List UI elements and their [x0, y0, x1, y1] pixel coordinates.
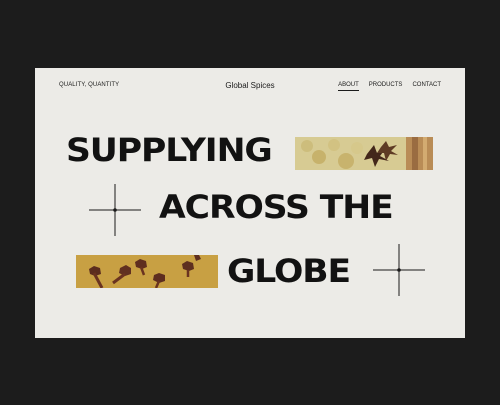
- spice-image-top-art: [295, 137, 433, 170]
- hero-line-2: ACROSS THE: [159, 188, 394, 226]
- nav-contact[interactable]: CONTACT: [412, 82, 441, 91]
- crosshair-right-icon: [373, 244, 425, 296]
- hero-line-1: SUPPLYING: [66, 131, 273, 169]
- spice-image-bottom-art: [76, 255, 218, 288]
- top-navigation: QUALITY, QUANTITY Global Spices ABOUT PR…: [35, 68, 465, 108]
- primary-nav: ABOUT PRODUCTS CONTACT: [338, 82, 441, 91]
- spice-image-top: [295, 137, 433, 170]
- nav-about[interactable]: ABOUT: [338, 82, 359, 91]
- spice-image-bottom: [76, 255, 218, 288]
- hero-line-3: GLOBE: [227, 252, 351, 290]
- crosshair-left-icon: [89, 184, 141, 236]
- landing-page-frame: QUALITY, QUANTITY Global Spices ABOUT PR…: [35, 68, 465, 338]
- nav-products[interactable]: PRODUCTS: [369, 82, 403, 91]
